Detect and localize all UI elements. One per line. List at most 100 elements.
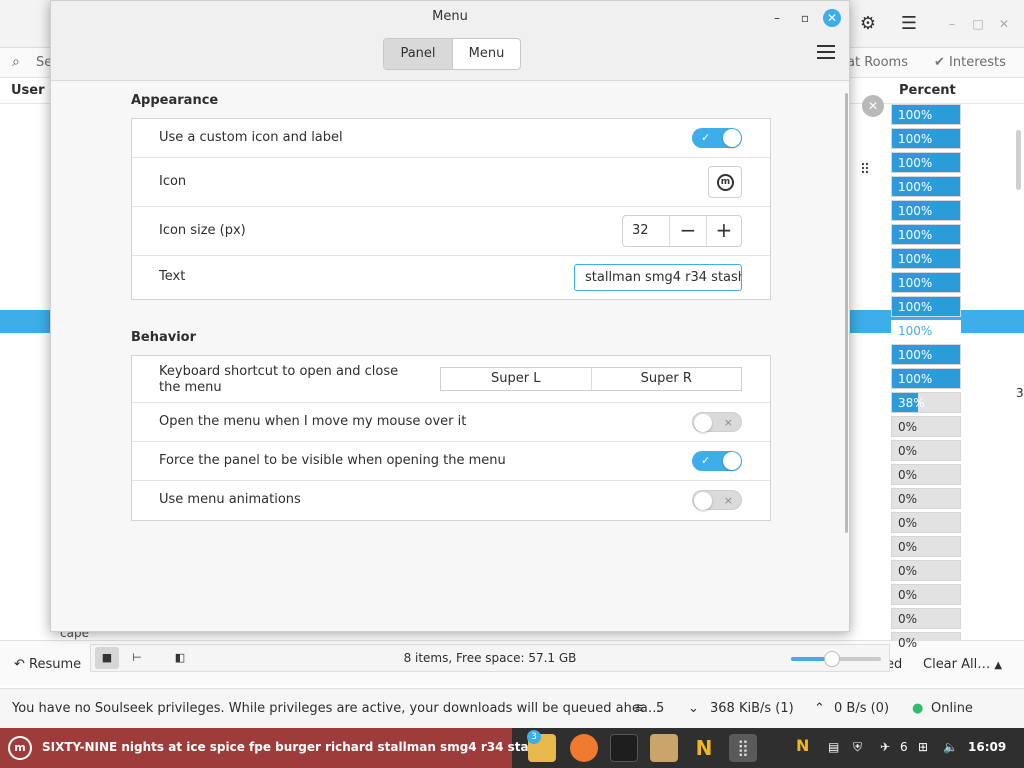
shortcut-row: Keyboard shortcut to open and close the … bbox=[132, 356, 770, 403]
hover-switch[interactable]: × bbox=[692, 412, 742, 432]
resume-button[interactable]: ↶ Resume bbox=[14, 657, 81, 672]
percent-cell-text: 0% bbox=[898, 468, 918, 482]
percent-cell-text: 100% bbox=[898, 180, 933, 194]
taskbar-active-window[interactable]: m SIXTY-NINE nights at ice spice fpe bur… bbox=[0, 728, 544, 768]
tab-menu[interactable]: Menu bbox=[452, 39, 520, 69]
menu-settings-dialog: Menu – ▫ ✕ Panel Menu Appearance Use a c… bbox=[50, 0, 850, 632]
archive-icon[interactable] bbox=[650, 734, 678, 762]
tray-count: 6 bbox=[900, 740, 908, 754]
dialog-scrollbar[interactable] bbox=[845, 93, 848, 533]
text-row: Text stallman smg4 r34 stash bbox=[132, 256, 770, 299]
dialog-titlebar: Menu – ▫ ✕ Panel Menu bbox=[51, 1, 849, 81]
clear-all-button[interactable]: Clear All… ▲ bbox=[923, 657, 1002, 672]
percent-column: 100% 100% 100% 100% 100% 100% 100% 100% 100% 100%… bbox=[891, 104, 961, 656]
percent-cell-text: 100% bbox=[898, 228, 933, 242]
minimize-icon[interactable]: – bbox=[940, 12, 964, 36]
close-icon[interactable]: ✕ bbox=[823, 9, 841, 27]
app-grid-icon[interactable]: ⣿ bbox=[729, 734, 757, 762]
tab-chat-rooms[interactable]: at Rooms bbox=[847, 55, 908, 70]
status-bar: You have no Soulseek privileges. While p… bbox=[0, 688, 1024, 728]
zoom-slider-knob[interactable] bbox=[823, 651, 840, 667]
force-panel-switch[interactable]: ✓ bbox=[692, 451, 742, 471]
chevron-up-icon: ▲ bbox=[994, 660, 1003, 671]
icon-chooser-button[interactable]: m bbox=[708, 166, 742, 198]
clock[interactable]: 16:09 bbox=[968, 740, 1006, 754]
tab-interests[interactable]: ✔ Interests bbox=[934, 55, 1006, 70]
column-percent[interactable]: Percent bbox=[899, 83, 956, 98]
shortcut-key-2[interactable]: Super R bbox=[590, 368, 742, 390]
icon-row: Icon m bbox=[132, 158, 770, 207]
hover-row: Open the menu when I move my mouse over … bbox=[132, 403, 770, 442]
terminal-icon[interactable] bbox=[610, 734, 638, 762]
animations-label: Use menu animations bbox=[159, 492, 301, 507]
percent-cell: 100% bbox=[891, 368, 961, 389]
hamburger-menu-icon[interactable]: ☰ bbox=[897, 12, 921, 36]
percent-cell-text: 100% bbox=[898, 204, 933, 218]
percent-cell: 100% bbox=[891, 272, 961, 293]
mint-menu-icon[interactable]: m bbox=[8, 736, 32, 760]
taskbar: m SIXTY-NINE nights at ice spice fpe bur… bbox=[0, 728, 1024, 768]
custom-icon-label: Use a custom icon and label bbox=[159, 130, 343, 145]
percent-cell-text: 100% bbox=[898, 156, 933, 170]
label-text-input[interactable]: stallman smg4 r34 stash bbox=[574, 264, 742, 291]
drag-handle-icon[interactable]: ⠿ bbox=[860, 162, 870, 178]
behavior-frame: Keyboard shortcut to open and close the … bbox=[131, 355, 771, 521]
close-icon[interactable]: ✕ bbox=[992, 12, 1016, 36]
increment-button[interactable]: + bbox=[705, 216, 741, 246]
hover-label: Open the menu when I move my mouse over … bbox=[159, 414, 467, 429]
percent-cell-text: 100% bbox=[898, 372, 933, 386]
percent-cell-text: 0% bbox=[898, 588, 918, 602]
wifi-icon: ≋ bbox=[634, 701, 645, 716]
firefox-icon[interactable] bbox=[570, 734, 598, 762]
percent-cell: 38% bbox=[891, 392, 961, 413]
scrollbar[interactable] bbox=[1016, 130, 1021, 190]
nicotine-icon[interactable]: N bbox=[690, 734, 718, 762]
percent-cell-text: 100% bbox=[898, 276, 933, 290]
close-icon[interactable]: ✕ bbox=[862, 95, 884, 117]
shield-icon[interactable]: ⛨ bbox=[853, 740, 862, 755]
percent-cell-text: 0% bbox=[898, 636, 918, 650]
percent-cell: 0% bbox=[891, 608, 961, 629]
zoom-slider[interactable] bbox=[791, 651, 881, 667]
notifications-icon[interactable]: ✈ bbox=[880, 740, 890, 754]
percent-cell: 100% bbox=[891, 224, 961, 245]
free-space-label: 8 items, Free space: 57.1 GB bbox=[403, 651, 577, 665]
maximize-icon[interactable]: ▫ bbox=[796, 9, 814, 27]
percent-cell-text: 100% bbox=[898, 108, 933, 122]
maximize-icon[interactable]: □ bbox=[966, 12, 990, 36]
minimize-icon[interactable]: – bbox=[768, 9, 786, 27]
percent-cell-text: 0% bbox=[898, 540, 918, 554]
icon-size-input[interactable]: 32 bbox=[623, 216, 671, 246]
search-icon: ⌕ bbox=[12, 54, 20, 70]
online-status[interactable]: Online bbox=[931, 701, 973, 716]
percent-cell: 100% bbox=[891, 320, 961, 341]
animations-row: Use menu animations × bbox=[132, 481, 770, 520]
percent-cell: 100% bbox=[891, 128, 961, 149]
column-user[interactable]: User bbox=[11, 83, 45, 98]
percent-cell-text: 100% bbox=[898, 348, 933, 362]
upload-speed[interactable]: 0 B/s (0) bbox=[834, 701, 889, 716]
appearance-section-title: Appearance bbox=[131, 93, 219, 108]
percent-cell-text: 100% bbox=[898, 252, 933, 266]
download-speed[interactable]: 368 KiB/s (1) bbox=[710, 701, 794, 716]
shortcut-label: Keyboard shortcut to open and close the … bbox=[159, 364, 399, 395]
nicotine-tray-icon[interactable]: N bbox=[796, 736, 809, 755]
behavior-section-title: Behavior bbox=[131, 330, 197, 345]
network-icon[interactable]: ⊞ bbox=[918, 740, 928, 754]
appearance-frame: Use a custom icon and label ✓ Icon m Ico… bbox=[131, 118, 771, 300]
user-count: 5 bbox=[656, 701, 665, 716]
custom-icon-switch[interactable]: ✓ bbox=[692, 128, 742, 148]
percent-cell-text: 0% bbox=[898, 564, 918, 578]
tab-panel[interactable]: Panel bbox=[384, 39, 452, 69]
clipboard-icon[interactable]: ▤ bbox=[828, 740, 839, 754]
gear-icon[interactable]: ⚙ bbox=[856, 12, 880, 36]
icon-size-row: Icon size (px) 32 − + bbox=[132, 207, 770, 256]
volume-icon[interactable]: 🔈 bbox=[943, 740, 958, 754]
hamburger-menu-icon[interactable] bbox=[817, 45, 835, 61]
percent-cell: 0% bbox=[891, 584, 961, 605]
upload-icon: ⌃ bbox=[814, 701, 825, 716]
decrement-button[interactable]: − bbox=[670, 216, 705, 246]
animations-switch[interactable]: × bbox=[692, 490, 742, 510]
shortcut-key-1[interactable]: Super L bbox=[441, 368, 591, 390]
percent-cell: 0% bbox=[891, 560, 961, 581]
